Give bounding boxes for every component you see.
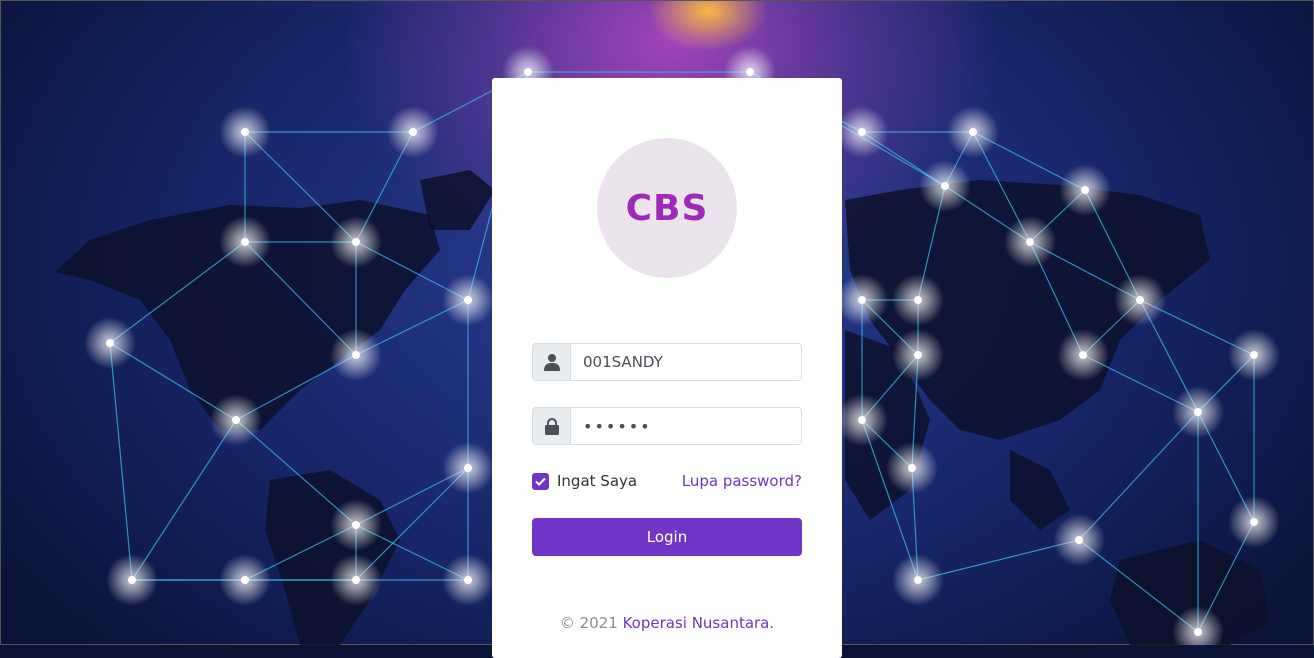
continent-shape xyxy=(265,470,400,645)
network-node xyxy=(1026,238,1034,246)
network-node xyxy=(409,128,417,136)
network-node xyxy=(524,68,532,76)
network-node xyxy=(352,238,360,246)
remember-label: Ingat Saya xyxy=(557,472,638,490)
network-node xyxy=(352,521,360,529)
network-node xyxy=(1250,351,1258,359)
forgot-password-link[interactable]: Lupa password? xyxy=(682,472,802,490)
org-link[interactable]: Koperasi Nusantara. xyxy=(623,614,775,632)
password-input[interactable] xyxy=(571,408,801,444)
network-link xyxy=(109,342,133,581)
network-node xyxy=(941,182,949,190)
network-node xyxy=(106,339,114,347)
network-node xyxy=(746,68,754,76)
network-node xyxy=(1250,518,1258,526)
username-input[interactable] xyxy=(571,344,801,380)
network-node xyxy=(241,128,249,136)
network-node xyxy=(908,464,916,472)
lock-icon xyxy=(533,408,571,444)
remember-checkbox[interactable] xyxy=(532,472,549,490)
remember-row: Ingat Saya Lupa password? xyxy=(532,470,802,492)
copyright-text: © 2021 xyxy=(559,614,618,632)
remember-checkbox-wrap[interactable]: Ingat Saya xyxy=(532,472,637,490)
network-node xyxy=(241,238,249,246)
network-link xyxy=(131,419,237,581)
network-node xyxy=(914,296,922,304)
logo-text: CBS xyxy=(625,187,709,229)
network-node xyxy=(241,576,249,584)
network-node xyxy=(914,351,922,359)
network-node xyxy=(352,351,360,359)
network-link xyxy=(1078,411,1199,541)
network-node xyxy=(464,296,472,304)
network-node xyxy=(1081,186,1089,194)
network-node xyxy=(464,464,472,472)
username-group xyxy=(532,343,802,381)
password-group xyxy=(532,407,802,445)
network-node xyxy=(1194,408,1202,416)
logo-badge: CBS xyxy=(597,138,737,278)
network-node xyxy=(128,576,136,584)
network-node xyxy=(352,576,360,584)
check-icon xyxy=(535,477,546,486)
network-node xyxy=(1079,351,1087,359)
network-node xyxy=(1075,536,1083,544)
network-node xyxy=(232,416,240,424)
footer: © 2021 Koperasi Nusantara. xyxy=(492,614,842,632)
login-card: CBS Ingat Saya Lupa pa xyxy=(492,78,842,658)
network-node xyxy=(1136,296,1144,304)
continent-shape xyxy=(420,170,495,230)
network-node xyxy=(858,296,866,304)
network-node xyxy=(969,128,977,136)
login-button[interactable]: Login xyxy=(532,518,802,556)
network-node xyxy=(858,416,866,424)
user-icon xyxy=(533,344,571,380)
network-node xyxy=(464,576,472,584)
network-node xyxy=(1194,628,1202,636)
network-node xyxy=(858,128,866,136)
continent-shape xyxy=(1010,450,1070,530)
network-node xyxy=(914,576,922,584)
